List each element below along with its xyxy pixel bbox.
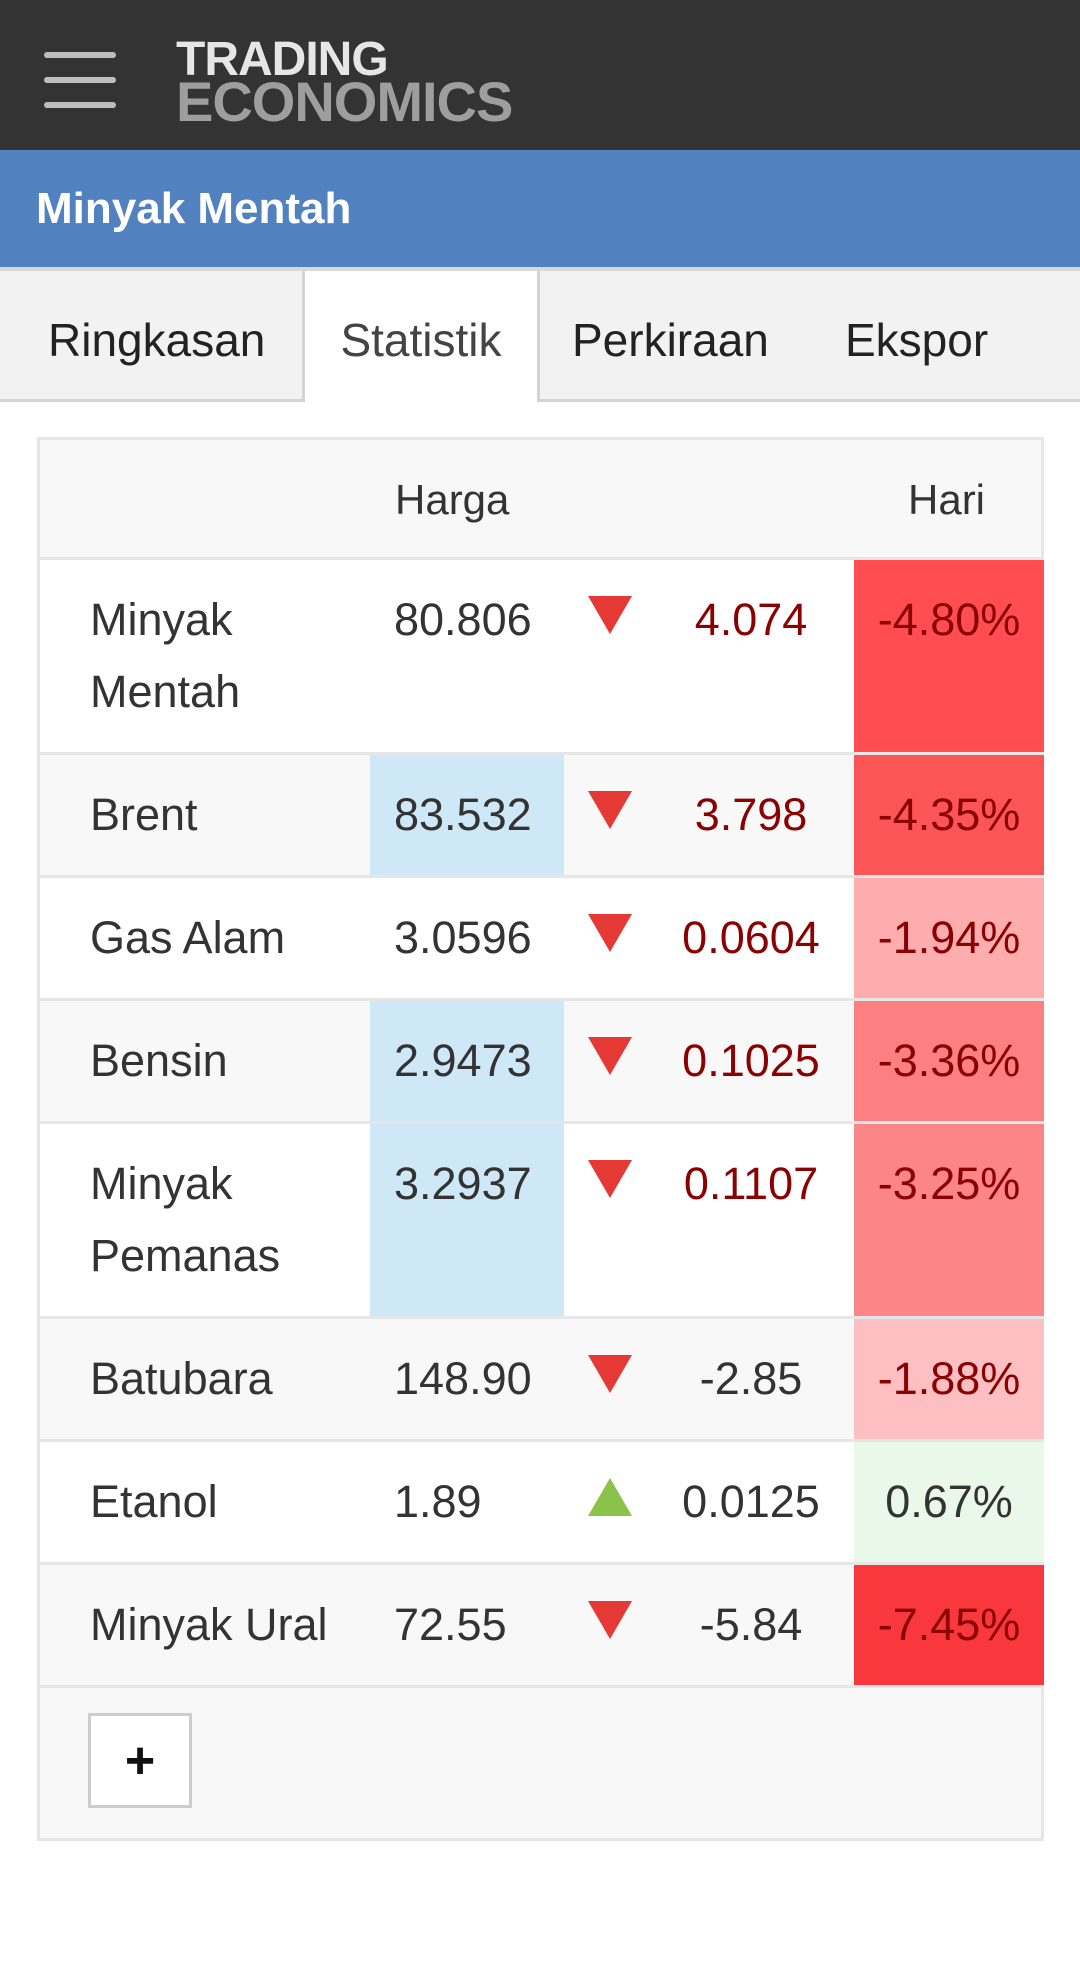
page-title: Minyak Mentah: [36, 183, 352, 233]
table-row[interactable]: Gas Alam 3.0596 0.0604 -1.94%: [40, 878, 1044, 1001]
change-value: 0.0604: [682, 912, 820, 963]
trading-economics-logo[interactable]: TRADING ECONOMICS: [176, 36, 513, 133]
tab-ekspor[interactable]: Ekspor: [845, 271, 988, 402]
table-body: Minyak Mentah 80.806 4.074 -4.80% Brent 83.532…: [40, 560, 1044, 1688]
price-value: 3.0596: [394, 912, 532, 963]
commodity-name[interactable]: Brent: [90, 755, 400, 875]
tab-bar: Ringkasan Statistik Perkiraan Ekspor: [0, 267, 1080, 402]
price-value: 3.2937: [370, 1124, 564, 1316]
arrow-down-icon: [588, 755, 648, 875]
arrow-down-icon: [588, 1124, 648, 1316]
arrow-down-icon: [588, 1565, 648, 1685]
percent-change: -3.25%: [854, 1124, 1044, 1316]
commodity-name[interactable]: Gas Alam: [90, 878, 400, 998]
change-value: 3.798: [694, 789, 808, 840]
logo-line2: ECONOMICS: [176, 70, 513, 133]
table-row[interactable]: Minyak Pemanas 3.2937 0.1107 -3.25%: [40, 1124, 1044, 1319]
price-value: 148.90: [394, 1353, 532, 1404]
price-value: 83.532: [370, 755, 564, 875]
price-value: 80.806: [394, 594, 532, 645]
top-bar: TRADING ECONOMICS: [0, 0, 1080, 150]
commodity-name[interactable]: Etanol: [90, 1442, 400, 1562]
table-footer: +: [40, 1688, 1041, 1838]
change-value: 4.074: [694, 594, 808, 645]
hamburger-menu-icon[interactable]: [44, 52, 116, 108]
price-value: 2.9473: [370, 1001, 564, 1121]
percent-change: -1.94%: [854, 878, 1044, 998]
title-bar: Minyak Mentah: [0, 150, 1080, 267]
header-day: Hari: [908, 476, 986, 523]
table-row[interactable]: Brent 83.532 3.798 -4.35%: [40, 755, 1044, 878]
expand-button[interactable]: +: [88, 1713, 192, 1808]
commodity-name[interactable]: Minyak Mentah: [90, 560, 400, 752]
commodity-name[interactable]: Minyak Pemanas: [90, 1124, 400, 1316]
change-value: -5.84: [699, 1599, 803, 1650]
arrow-down-icon: [588, 560, 648, 752]
commodities-table: Harga Hari Minyak Mentah 80.806 4.074 -4.80%…: [37, 437, 1044, 1841]
arrow-down-icon: [588, 1001, 648, 1121]
change-value: 0.0125: [682, 1476, 820, 1527]
commodity-name[interactable]: Batubara: [90, 1319, 400, 1439]
table-row[interactable]: Minyak Mentah 80.806 4.074 -4.80%: [40, 560, 1044, 755]
table-row[interactable]: Etanol 1.89 0.0125 0.67%: [40, 1442, 1044, 1565]
header-price: Harga: [395, 476, 510, 523]
commodity-name[interactable]: Minyak Ural: [90, 1565, 400, 1685]
percent-change: -1.88%: [854, 1319, 1044, 1439]
price-value: 1.89: [394, 1476, 482, 1527]
change-value: 0.1025: [682, 1035, 820, 1086]
table-header: Harga Hari: [40, 440, 1041, 560]
percent-change: -3.36%: [854, 1001, 1044, 1121]
percent-change: -4.80%: [854, 560, 1044, 752]
change-value: -2.85: [699, 1353, 803, 1404]
arrow-up-icon: [588, 1442, 648, 1562]
tab-ringkasan[interactable]: Ringkasan: [48, 271, 265, 402]
percent-change: -4.35%: [854, 755, 1044, 875]
price-value: 72.55: [394, 1599, 507, 1650]
arrow-down-icon: [588, 1319, 648, 1439]
table-row[interactable]: Bensin 2.9473 0.1025 -3.36%: [40, 1001, 1044, 1124]
tab-statistik[interactable]: Statistik: [302, 271, 540, 402]
commodity-name[interactable]: Bensin: [90, 1001, 400, 1121]
change-value: 0.1107: [683, 1158, 819, 1209]
table-row[interactable]: Minyak Ural 72.55 -5.84 -7.45%: [40, 1565, 1044, 1688]
table-row[interactable]: Batubara 148.90 -2.85 -1.88%: [40, 1319, 1044, 1442]
arrow-down-icon: [588, 878, 648, 998]
percent-change: 0.67%: [854, 1442, 1044, 1562]
tab-perkiraan[interactable]: Perkiraan: [572, 271, 769, 402]
percent-change: -7.45%: [854, 1565, 1044, 1685]
